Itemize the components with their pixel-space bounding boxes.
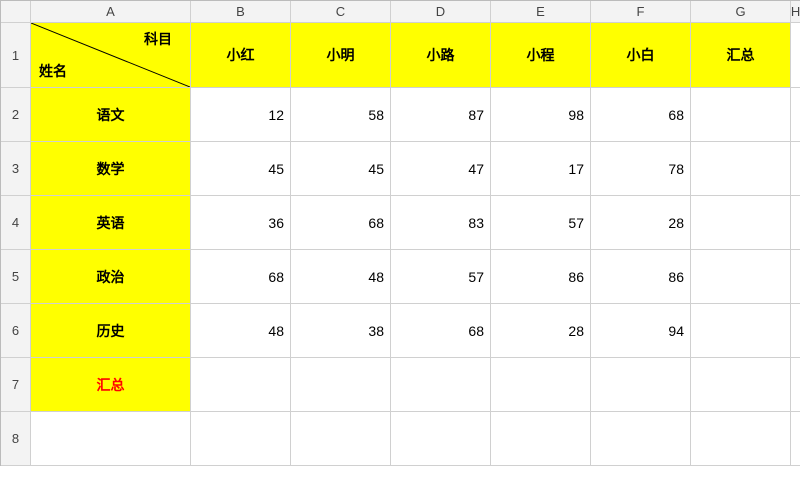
cell[interactable] xyxy=(291,412,391,466)
cell[interactable] xyxy=(391,412,491,466)
row-header-4[interactable]: 4 xyxy=(1,196,31,250)
col-header-student[interactable]: 小程 xyxy=(491,23,591,88)
col-header-student[interactable]: 小明 xyxy=(291,23,391,88)
cell[interactable] xyxy=(791,142,800,196)
data-cell[interactable] xyxy=(391,358,491,412)
data-cell[interactable]: 48 xyxy=(291,250,391,304)
data-cell[interactable] xyxy=(291,358,391,412)
data-cell[interactable]: 68 xyxy=(291,196,391,250)
col-header-D[interactable]: D xyxy=(391,1,491,23)
data-cell[interactable]: 45 xyxy=(191,142,291,196)
col-header-C[interactable]: C xyxy=(291,1,391,23)
col-header-student[interactable]: 小白 xyxy=(591,23,691,88)
row-header-6[interactable]: 6 xyxy=(1,304,31,358)
row-header-2[interactable]: 2 xyxy=(1,88,31,142)
col-header-E[interactable]: E xyxy=(491,1,591,23)
data-cell[interactable] xyxy=(191,358,291,412)
data-cell[interactable]: 17 xyxy=(491,142,591,196)
cell[interactable] xyxy=(791,358,800,412)
data-cell[interactable]: 28 xyxy=(591,196,691,250)
diag-top-label: 科目 xyxy=(144,29,172,49)
data-cell[interactable] xyxy=(591,358,691,412)
data-cell[interactable]: 28 xyxy=(491,304,591,358)
data-cell[interactable]: 45 xyxy=(291,142,391,196)
diagonal-header-cell[interactable]: 科目 姓名 xyxy=(31,23,191,88)
col-header-A[interactable]: A xyxy=(31,1,191,23)
data-cell[interactable]: 48 xyxy=(191,304,291,358)
data-cell[interactable]: 98 xyxy=(491,88,591,142)
data-cell[interactable]: 83 xyxy=(391,196,491,250)
select-all-corner[interactable] xyxy=(1,1,31,23)
data-cell[interactable]: 86 xyxy=(491,250,591,304)
data-cell[interactable]: 68 xyxy=(191,250,291,304)
diag-bottom-label: 姓名 xyxy=(39,61,67,81)
cell[interactable] xyxy=(791,23,800,88)
cell[interactable] xyxy=(791,304,800,358)
col-header-G[interactable]: G xyxy=(691,1,791,23)
row-label-total[interactable]: 汇总 xyxy=(31,358,191,412)
data-cell[interactable]: 86 xyxy=(591,250,691,304)
data-cell[interactable] xyxy=(691,142,791,196)
spreadsheet: A B C D E F G H 1 科目 姓名 小红 小明 小路 小程 小白 汇… xyxy=(0,0,800,466)
data-cell[interactable] xyxy=(691,196,791,250)
data-cell[interactable]: 68 xyxy=(391,304,491,358)
cell[interactable] xyxy=(791,412,800,466)
data-cell[interactable]: 68 xyxy=(591,88,691,142)
data-cell[interactable] xyxy=(691,304,791,358)
cell[interactable] xyxy=(31,412,191,466)
row-label-subject[interactable]: 历史 xyxy=(31,304,191,358)
data-cell[interactable] xyxy=(691,88,791,142)
cell[interactable] xyxy=(491,412,591,466)
cell[interactable] xyxy=(791,250,800,304)
row-label-subject[interactable]: 英语 xyxy=(31,196,191,250)
col-header-H[interactable]: H xyxy=(791,1,800,23)
data-cell[interactable]: 57 xyxy=(391,250,491,304)
data-cell[interactable] xyxy=(491,358,591,412)
data-cell[interactable]: 94 xyxy=(591,304,691,358)
cell[interactable] xyxy=(191,412,291,466)
data-cell[interactable]: 58 xyxy=(291,88,391,142)
cell[interactable] xyxy=(791,88,800,142)
col-header-F[interactable]: F xyxy=(591,1,691,23)
data-cell[interactable] xyxy=(691,358,791,412)
row-header-7[interactable]: 7 xyxy=(1,358,31,412)
row-header-5[interactable]: 5 xyxy=(1,250,31,304)
cell[interactable] xyxy=(791,196,800,250)
data-cell[interactable]: 36 xyxy=(191,196,291,250)
data-cell[interactable]: 78 xyxy=(591,142,691,196)
cell[interactable] xyxy=(591,412,691,466)
row-label-subject[interactable]: 数学 xyxy=(31,142,191,196)
row-header-1[interactable]: 1 xyxy=(1,23,31,88)
col-header-total[interactable]: 汇总 xyxy=(691,23,791,88)
cell[interactable] xyxy=(691,412,791,466)
row-header-8[interactable]: 8 xyxy=(1,412,31,466)
data-cell[interactable]: 47 xyxy=(391,142,491,196)
col-header-student[interactable]: 小路 xyxy=(391,23,491,88)
data-cell[interactable] xyxy=(691,250,791,304)
data-cell[interactable]: 57 xyxy=(491,196,591,250)
col-header-B[interactable]: B xyxy=(191,1,291,23)
row-header-3[interactable]: 3 xyxy=(1,142,31,196)
col-header-student[interactable]: 小红 xyxy=(191,23,291,88)
data-cell[interactable]: 38 xyxy=(291,304,391,358)
row-label-subject[interactable]: 政治 xyxy=(31,250,191,304)
data-cell[interactable]: 12 xyxy=(191,88,291,142)
row-label-subject[interactable]: 语文 xyxy=(31,88,191,142)
data-cell[interactable]: 87 xyxy=(391,88,491,142)
